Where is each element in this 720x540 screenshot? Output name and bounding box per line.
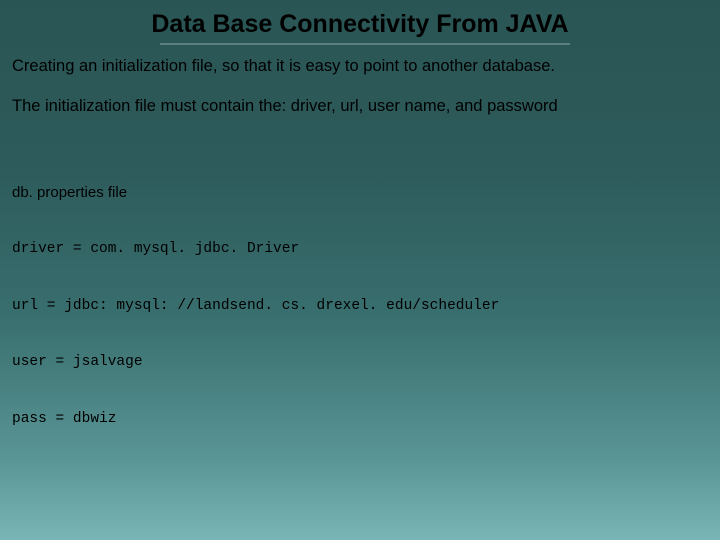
paragraph-1: Creating an initialization file, so that…	[10, 55, 710, 77]
code-label: db. properties file	[12, 183, 710, 203]
slide-container: Data Base Connectivity From JAVA Creatin…	[0, 0, 720, 540]
code-line-3: user = jsalvage	[12, 353, 710, 372]
paragraph-2: The initialization file must contain the…	[10, 95, 710, 117]
slide-title: Data Base Connectivity From JAVA	[10, 10, 710, 39]
code-line-4: pass = dbwiz	[12, 410, 710, 429]
code-line-2: url = jdbc: mysql: //landsend. cs. drexe…	[12, 297, 710, 316]
code-line-1: driver = com. mysql. jdbc. Driver	[12, 240, 710, 259]
title-underline	[160, 43, 570, 45]
code-block: db. properties file driver = com. mysql.…	[10, 146, 710, 467]
